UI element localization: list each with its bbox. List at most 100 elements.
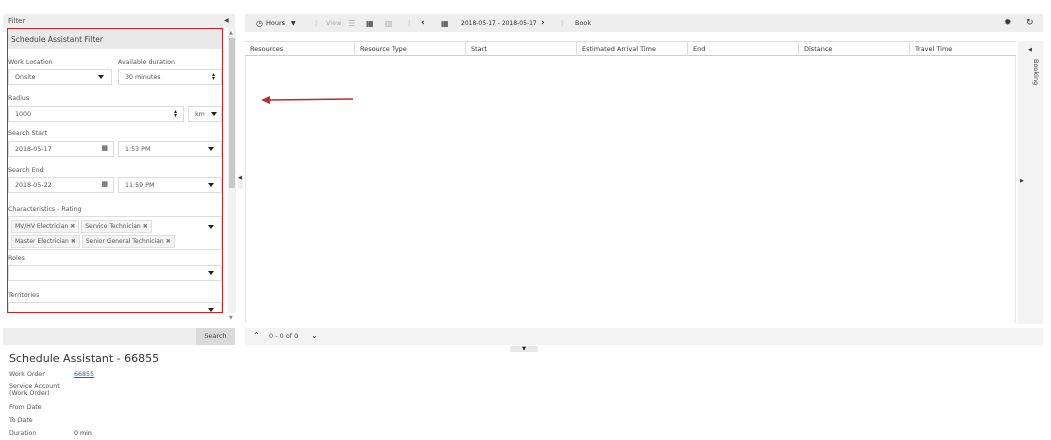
expand-right-icon[interactable]: ▶ — [1020, 178, 1024, 184]
refresh-icon[interactable]: ↻ — [1026, 14, 1034, 32]
previous-icon[interactable]: ‹ — [421, 14, 425, 32]
panel-toggle-icon[interactable]: ◀ — [238, 175, 243, 189]
settings-icon[interactable]: ✹ — [1004, 14, 1012, 32]
arrow-head — [261, 96, 270, 104]
characteristics-label: Characteristics - Rating — [8, 206, 82, 213]
work-location-label: Work Location — [8, 59, 53, 66]
column-header-estimated-arrival[interactable]: Estimated Arrival Time — [576, 42, 687, 56]
calendar-icon[interactable]: ▦ — [101, 144, 108, 152]
hours-dropdown[interactable]: ◷ Hours ▼ — [256, 14, 296, 32]
chevron-down-icon — [208, 183, 214, 187]
remove-chip-icon[interactable]: ✖ — [70, 223, 75, 230]
search-start-date-value: 2018-05-17 — [15, 145, 52, 153]
splitter-handle-icon[interactable]: ▼ — [510, 346, 538, 352]
results-grid-header: Resources Resource Type Start Estimated … — [245, 41, 1016, 56]
territories-label: Territories — [8, 292, 40, 299]
column-header-end[interactable]: End — [687, 42, 798, 56]
collapse-filter-icon[interactable]: ◀ — [224, 17, 229, 24]
characteristics-multiselect[interactable]: MV/HV Electrician ✖ Service Technician ✖ Ma… — [8, 216, 222, 250]
duration-label: Duration — [9, 430, 37, 437]
chevron-down-icon — [211, 112, 217, 116]
search-start-time-value: 1:53 PM — [125, 145, 151, 153]
list-view-icon[interactable]: ☰ — [348, 14, 355, 32]
filter-title: Schedule Assistant Filter — [8, 29, 222, 49]
filter-header: Filter — [3, 14, 235, 28]
duration-value: 0 min — [74, 430, 92, 437]
grid-view-icon[interactable]: ▦ — [366, 14, 374, 32]
search-end-time[interactable]: 11:59 PM — [118, 177, 222, 193]
radius-unit-select[interactable]: km — [188, 106, 222, 122]
hours-label: Hours — [265, 19, 286, 27]
work-order-label: Work Order — [9, 371, 45, 378]
chevron-down-icon — [208, 225, 214, 229]
service-account-label: Service Account (Work Order) — [9, 383, 60, 397]
chip-label: Master Electrician — [15, 238, 69, 245]
search-button[interactable]: Search — [196, 328, 235, 345]
available-duration-value: 30 minutes — [125, 73, 161, 81]
spinner-icon[interactable]: ▴ ▾ — [174, 109, 177, 119]
column-view-icon[interactable]: ▥ — [385, 14, 393, 32]
characteristic-chip: Master Electrician ✖ — [11, 235, 80, 248]
annotation-arrow — [261, 96, 354, 104]
calendar-icon[interactable]: ▦ — [101, 180, 108, 188]
expand-left-icon[interactable]: ◀ — [1028, 47, 1032, 53]
spinner-icon[interactable]: ▴ ▾ — [212, 72, 215, 82]
scroll-up-icon[interactable]: ▲ — [229, 30, 233, 36]
search-end-label: Search End — [8, 167, 44, 174]
radius-input[interactable]: 1000 ▴ ▾ — [8, 106, 184, 122]
search-start-time[interactable]: 1:53 PM — [118, 141, 222, 157]
schedule-toolbar: ◷ Hours ▼ | View ☰ ▦ ▥ | ‹ ▦ 2018-05-17 … — [245, 14, 1043, 32]
scrollbar-thumb[interactable] — [229, 38, 235, 188]
column-header-resources[interactable]: Resources — [245, 42, 354, 56]
radius-label: Radius — [8, 95, 30, 102]
radius-unit-value: km — [195, 110, 205, 118]
scroll-down-icon[interactable]: ▼ — [229, 315, 233, 321]
view-label: View — [326, 19, 342, 27]
pager-text: 0 - 0 of 0 — [269, 332, 299, 340]
booking-side-panel[interactable]: ◀ Booking ▶ — [1018, 41, 1043, 324]
details-title: Schedule Assistant - 66855 — [9, 352, 160, 365]
search-end-time-value: 11:59 PM — [125, 181, 155, 189]
toolbar-divider: | — [561, 19, 564, 27]
chevron-down-icon: ▼ — [291, 19, 296, 27]
remove-chip-icon[interactable]: ✖ — [143, 223, 148, 230]
calendar-icon[interactable]: ▦ — [441, 14, 449, 32]
column-header-start[interactable]: Start — [465, 42, 576, 56]
roles-label: Roles — [8, 255, 25, 262]
next-icon[interactable]: › — [541, 14, 545, 32]
book-button[interactable]: Book — [575, 14, 591, 32]
toolbar-divider: | — [408, 19, 411, 27]
search-end-date-value: 2018-05-22 — [15, 181, 52, 189]
column-header-distance[interactable]: Distance — [798, 42, 909, 56]
pager: ⌃ 0 - 0 of 0 ⌄ — [245, 328, 1043, 345]
from-date-label: From Date — [9, 404, 42, 411]
work-order-link[interactable]: 66855 — [74, 371, 94, 378]
remove-chip-icon[interactable]: ✖ — [71, 238, 76, 245]
available-duration-field[interactable]: 30 minutes ▴ ▾ — [118, 69, 222, 85]
chevron-down-icon — [98, 75, 104, 79]
chevron-up-icon[interactable]: ⌃ — [253, 331, 260, 340]
chevron-down-icon[interactable]: ⌄ — [311, 331, 318, 340]
roles-select[interactable] — [8, 265, 222, 281]
schedule-assistant-filter: Schedule Assistant Filter Work Location … — [7, 28, 223, 313]
column-header-travel-time[interactable]: Travel Time — [909, 42, 1016, 56]
chevron-down-icon — [208, 271, 214, 275]
radius-value: 1000 — [15, 110, 32, 118]
characteristic-chip: Service Technician ✖ — [81, 220, 152, 233]
available-duration-label: Available duration — [118, 59, 176, 66]
toolbar-divider: | — [315, 19, 318, 27]
search-end-date[interactable]: 2018-05-22 ▦ — [8, 177, 114, 193]
chevron-down-icon — [208, 147, 214, 151]
territories-select[interactable] — [8, 302, 222, 312]
column-header-resource-type[interactable]: Resource Type — [354, 42, 465, 56]
characteristic-chip: MV/HV Electrician ✖ — [11, 220, 80, 233]
work-location-value: Onsite — [15, 73, 36, 81]
date-range: 2018-05-17 - 2018-05-17 — [461, 19, 537, 27]
work-location-select[interactable]: Onsite — [8, 69, 112, 85]
to-date-label: To Date — [9, 417, 33, 424]
clock-icon: ◷ — [256, 18, 263, 28]
search-start-date[interactable]: 2018-05-17 ▦ — [8, 141, 114, 157]
remove-chip-icon[interactable]: ✖ — [166, 238, 171, 245]
booking-label: Booking — [1032, 59, 1040, 86]
chevron-down-icon — [208, 308, 214, 312]
